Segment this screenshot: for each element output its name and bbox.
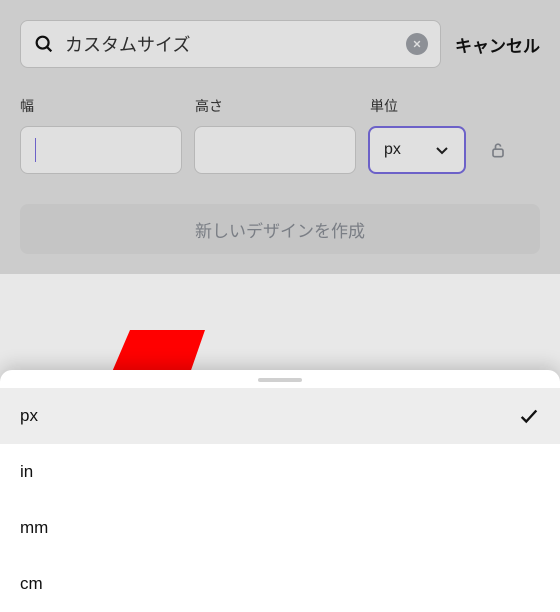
height-input[interactable] — [194, 126, 356, 174]
unit-option-label: mm — [20, 518, 48, 538]
unit-option-mm[interactable]: mm — [0, 500, 560, 556]
unit-option-in[interactable]: in — [0, 444, 560, 500]
chevron-down-icon — [434, 142, 450, 158]
clear-search-button[interactable] — [406, 33, 428, 55]
create-design-button[interactable]: 新しいデザインを作成 — [20, 204, 540, 254]
search-row: キャンセル — [20, 20, 540, 68]
unit-option-cm[interactable]: cm — [0, 556, 560, 612]
search-box[interactable] — [20, 20, 441, 68]
width-input[interactable] — [20, 126, 182, 174]
search-icon — [33, 33, 55, 55]
lock-aspect-button[interactable] — [482, 134, 514, 166]
field-labels: 幅 高さ 単位 — [20, 96, 540, 116]
sheet-handle[interactable] — [258, 378, 302, 382]
check-icon — [518, 405, 540, 427]
custom-size-form: キャンセル 幅 高さ 単位 px 新しいデザインを作成 — [0, 0, 560, 274]
unit-option-label: in — [20, 462, 33, 482]
inputs-row: px — [20, 126, 540, 174]
close-icon — [412, 39, 422, 49]
unit-option-label: px — [20, 406, 38, 426]
text-caret — [35, 138, 36, 162]
unlock-icon — [488, 140, 508, 160]
height-label: 高さ — [195, 96, 370, 116]
cancel-button[interactable]: キャンセル — [455, 32, 540, 57]
search-input[interactable] — [65, 34, 396, 55]
unit-option-label: cm — [20, 574, 43, 594]
width-label: 幅 — [20, 96, 195, 116]
unit-option-px[interactable]: px — [0, 388, 560, 444]
unit-picker-sheet: px in mm cm — [0, 370, 560, 612]
unit-select[interactable]: px — [368, 126, 466, 174]
unit-label: 単位 — [370, 96, 470, 116]
unit-selected-value: px — [384, 141, 401, 159]
